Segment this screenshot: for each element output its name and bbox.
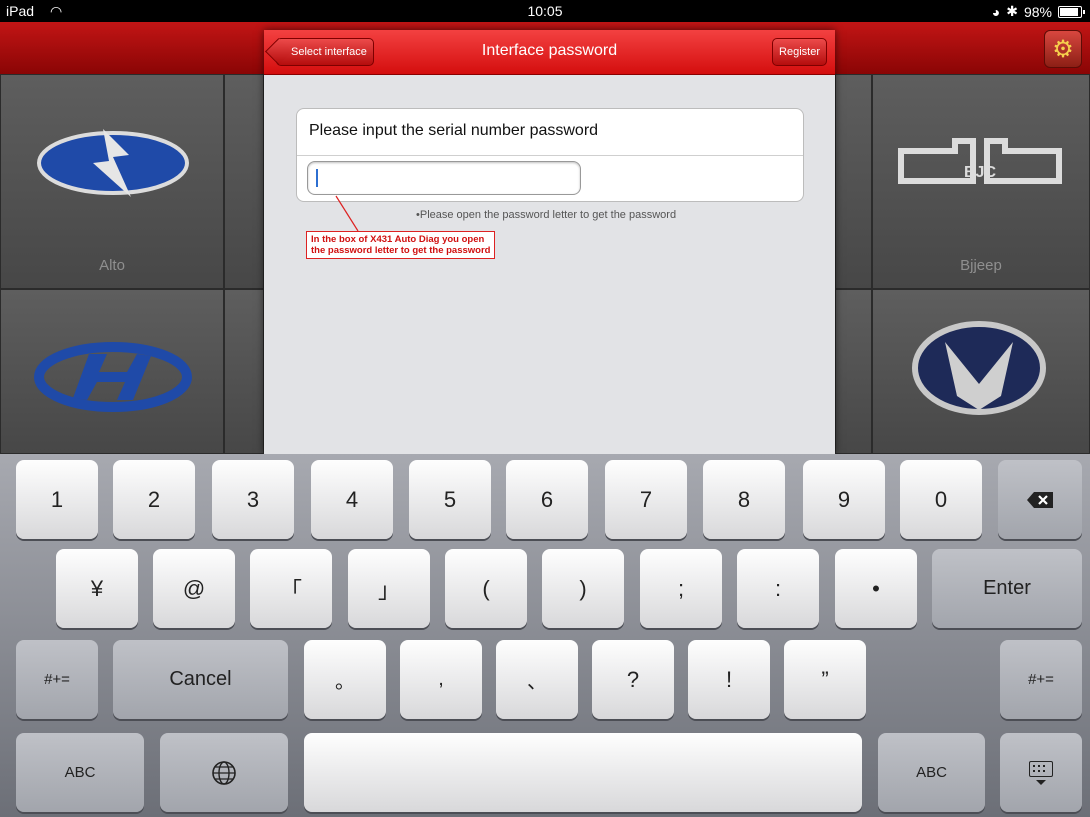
key-left-paren[interactable]: (	[445, 549, 527, 628]
globe-key[interactable]	[160, 733, 288, 812]
register-button[interactable]: Register	[772, 38, 827, 66]
key-9[interactable]: 9	[803, 460, 885, 539]
backspace-icon	[1027, 491, 1053, 508]
card-divider	[297, 155, 803, 156]
key-left-corner-bracket[interactable]: 「	[250, 549, 332, 628]
password-prompt: Please input the serial number password	[309, 122, 599, 139]
status-right: ◕ ✱ 98%	[991, 3, 1085, 20]
key-at[interactable]: @	[153, 549, 235, 628]
key-4[interactable]: 4	[311, 460, 393, 539]
brand-tile-partial[interactable]	[835, 289, 872, 454]
enter-key[interactable]: Enter	[932, 549, 1082, 628]
brand-tile-changan[interactable]	[872, 289, 1090, 454]
battery-icon	[1058, 5, 1085, 18]
key-right-corner-bracket[interactable]: 」	[348, 549, 430, 628]
key-5[interactable]: 5	[409, 460, 491, 539]
backspace-key[interactable]	[998, 460, 1082, 539]
password-input[interactable]	[307, 161, 581, 195]
key-8[interactable]: 8	[703, 460, 785, 539]
key-yen[interactable]: ¥	[56, 549, 138, 628]
bjc-logo-icon: BJC	[898, 138, 1062, 184]
key-0[interactable]: 0	[900, 460, 982, 539]
brand-tile-hyundai[interactable]	[0, 289, 224, 454]
abc-key-right[interactable]: ABC	[878, 733, 985, 812]
brand-name: Bjjeep	[960, 257, 1002, 274]
key-question[interactable]: ?	[592, 640, 674, 719]
dialog-header: Select interface Interface password Regi…	[264, 30, 835, 75]
key-ideographic-comma[interactable]: 、	[496, 640, 578, 719]
brand-tile-bjjeep[interactable]: BJC Bjjeep	[872, 74, 1090, 289]
key-right-quote[interactable]: ”	[784, 640, 866, 719]
gear-icon: ⚙	[1052, 35, 1074, 63]
annotation-callout: In the box of X431 Auto Diag you open th…	[306, 231, 496, 259]
dialog-title: Interface password	[481, 42, 618, 59]
status-bar: iPad ◠ 10:05 ◕ ✱ 98%	[0, 0, 1090, 22]
keyboard-hide-icon	[1029, 760, 1053, 785]
brand-tile-alto[interactable]: Alto	[0, 74, 224, 289]
key-right-paren[interactable]: )	[542, 549, 624, 628]
key-colon[interactable]: :	[737, 549, 819, 628]
key-bullet[interactable]: •	[835, 549, 917, 628]
hyundai-logo-icon	[34, 342, 192, 412]
brand-tile-partial[interactable]	[224, 74, 264, 289]
key-6[interactable]: 6	[506, 460, 588, 539]
alto-logo-icon	[37, 129, 189, 197]
key-exclamation[interactable]: !	[688, 640, 770, 719]
callout-line: the password letter to get the password	[311, 245, 491, 256]
key-1[interactable]: 1	[16, 460, 98, 539]
password-hint: •Please open the password letter to get …	[416, 209, 677, 221]
key-2[interactable]: 2	[113, 460, 195, 539]
key-7[interactable]: 7	[605, 460, 687, 539]
battery-percent: 98%	[1023, 3, 1052, 20]
key-semicolon[interactable]: ;	[640, 549, 722, 628]
callout-line: In the box of X431 Auto Diag you open	[311, 234, 485, 245]
abc-key-left[interactable]: ABC	[16, 733, 144, 812]
key-comma[interactable]: ,	[400, 640, 482, 719]
brand-tile-partial[interactable]	[224, 289, 264, 454]
key-3[interactable]: 3	[212, 460, 294, 539]
space-key[interactable]	[304, 733, 862, 812]
brand-name: Alto	[99, 257, 125, 274]
dismiss-keyboard-key[interactable]	[1000, 733, 1082, 812]
clock: 10:05	[527, 3, 563, 19]
rotation-lock-icon: ◕	[991, 3, 1001, 20]
text-caret	[316, 169, 318, 187]
cancel-key[interactable]: Cancel	[113, 640, 288, 719]
symbols-key-left[interactable]: #+=	[16, 640, 98, 719]
on-screen-keyboard: 1 2 3 4 5 6 7 8 9 0 ¥ @ 「 」 ( ) ; : • En…	[0, 454, 1090, 817]
password-card: Please input the serial number password	[296, 108, 804, 202]
settings-button[interactable]: ⚙	[1044, 30, 1082, 68]
interface-password-dialog: Select interface Interface password Regi…	[264, 30, 835, 454]
svg-text:BJC: BJC	[964, 164, 996, 181]
brand-tile-partial[interactable]	[835, 74, 872, 289]
changan-logo-icon	[912, 321, 1046, 415]
symbols-key-right[interactable]: #+=	[1000, 640, 1082, 719]
globe-icon	[212, 760, 236, 785]
bluetooth-icon: ✱	[1006, 3, 1018, 19]
key-ideographic-full-stop[interactable]: 。	[304, 640, 386, 719]
